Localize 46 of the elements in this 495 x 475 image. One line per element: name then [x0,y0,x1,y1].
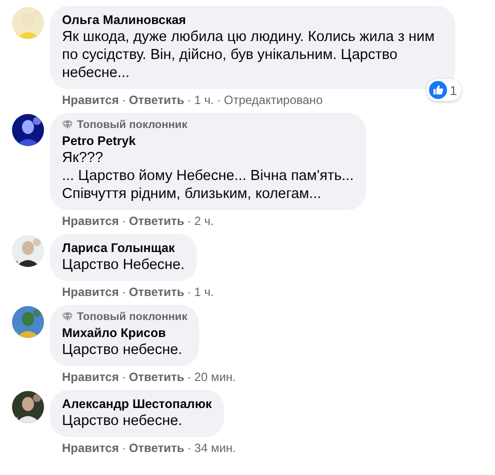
author-name[interactable]: Ольга Малиновская [62,12,443,28]
edited-label: Отредактировано [224,93,323,108]
separator-dot: · [187,93,192,108]
like-link[interactable]: Нравится [62,214,119,229]
like-link[interactable]: Нравится [62,285,119,300]
timestamp[interactable]: 2 ч. [194,214,214,229]
diamond-icon [62,312,73,322]
comment-text: Як шкода, дуже любила цю людину. Колись жила з ним по сусідству. Він, дійсно, був унікальним. Царство небесне... [62,28,436,82]
reply-link[interactable]: Ответить [128,214,184,229]
separator-dot: · [216,93,221,108]
comment-text: Царство небесне. [62,341,184,359]
separator-dot: · [122,285,126,300]
comment-text: Царство Небесне. [62,256,185,274]
separator-dot: · [122,370,126,385]
comment-text: Царство небесне. [62,412,184,430]
comment-text: Як??? [62,149,104,167]
separator-dot: · [187,441,192,456]
author-name[interactable]: Александр Шестопалюк [62,396,212,412]
reply-link[interactable]: Ответить [128,285,184,300]
like-link[interactable]: Нравится [62,93,119,108]
timestamp[interactable]: 34 мин. [194,441,236,456]
diamond-icon [62,120,73,130]
separator-dot: · [122,214,126,229]
separator-dot: · [122,441,126,456]
like-icon [428,81,447,99]
separator-dot: · [187,285,192,300]
reply-link[interactable]: Ответить [128,93,184,108]
timestamp[interactable]: 20 мин. [194,370,236,385]
timestamp[interactable]: 1 ч. [194,93,214,108]
fan-label: Топовый поклонник [77,119,188,131]
reaction-count: 1 [450,82,457,98]
fan-label: Топовый поклонник [77,311,188,323]
like-link[interactable]: Нравится [62,370,119,385]
reply-link[interactable]: Ответить [128,441,184,456]
separator-dot: · [187,370,192,385]
like-link[interactable]: Нравится [62,441,119,456]
separator-dot: · [187,214,192,229]
author-name[interactable]: Petro Petryk [62,133,354,149]
reply-link[interactable]: Ответить [128,370,184,385]
reaction-badge[interactable]: 1 [426,79,461,101]
comment-text: ... Царство йому Небесне... Вічна пам'ять... [62,167,354,185]
separator-dot: · [122,93,126,108]
author-name[interactable]: Михайло Крисов [62,325,188,341]
author-name[interactable]: Лариса Голынщак [62,240,185,256]
timestamp[interactable]: 1 ч. [194,285,214,300]
comment-text: Співчуття рідним, близьким, колегам... [62,185,322,203]
